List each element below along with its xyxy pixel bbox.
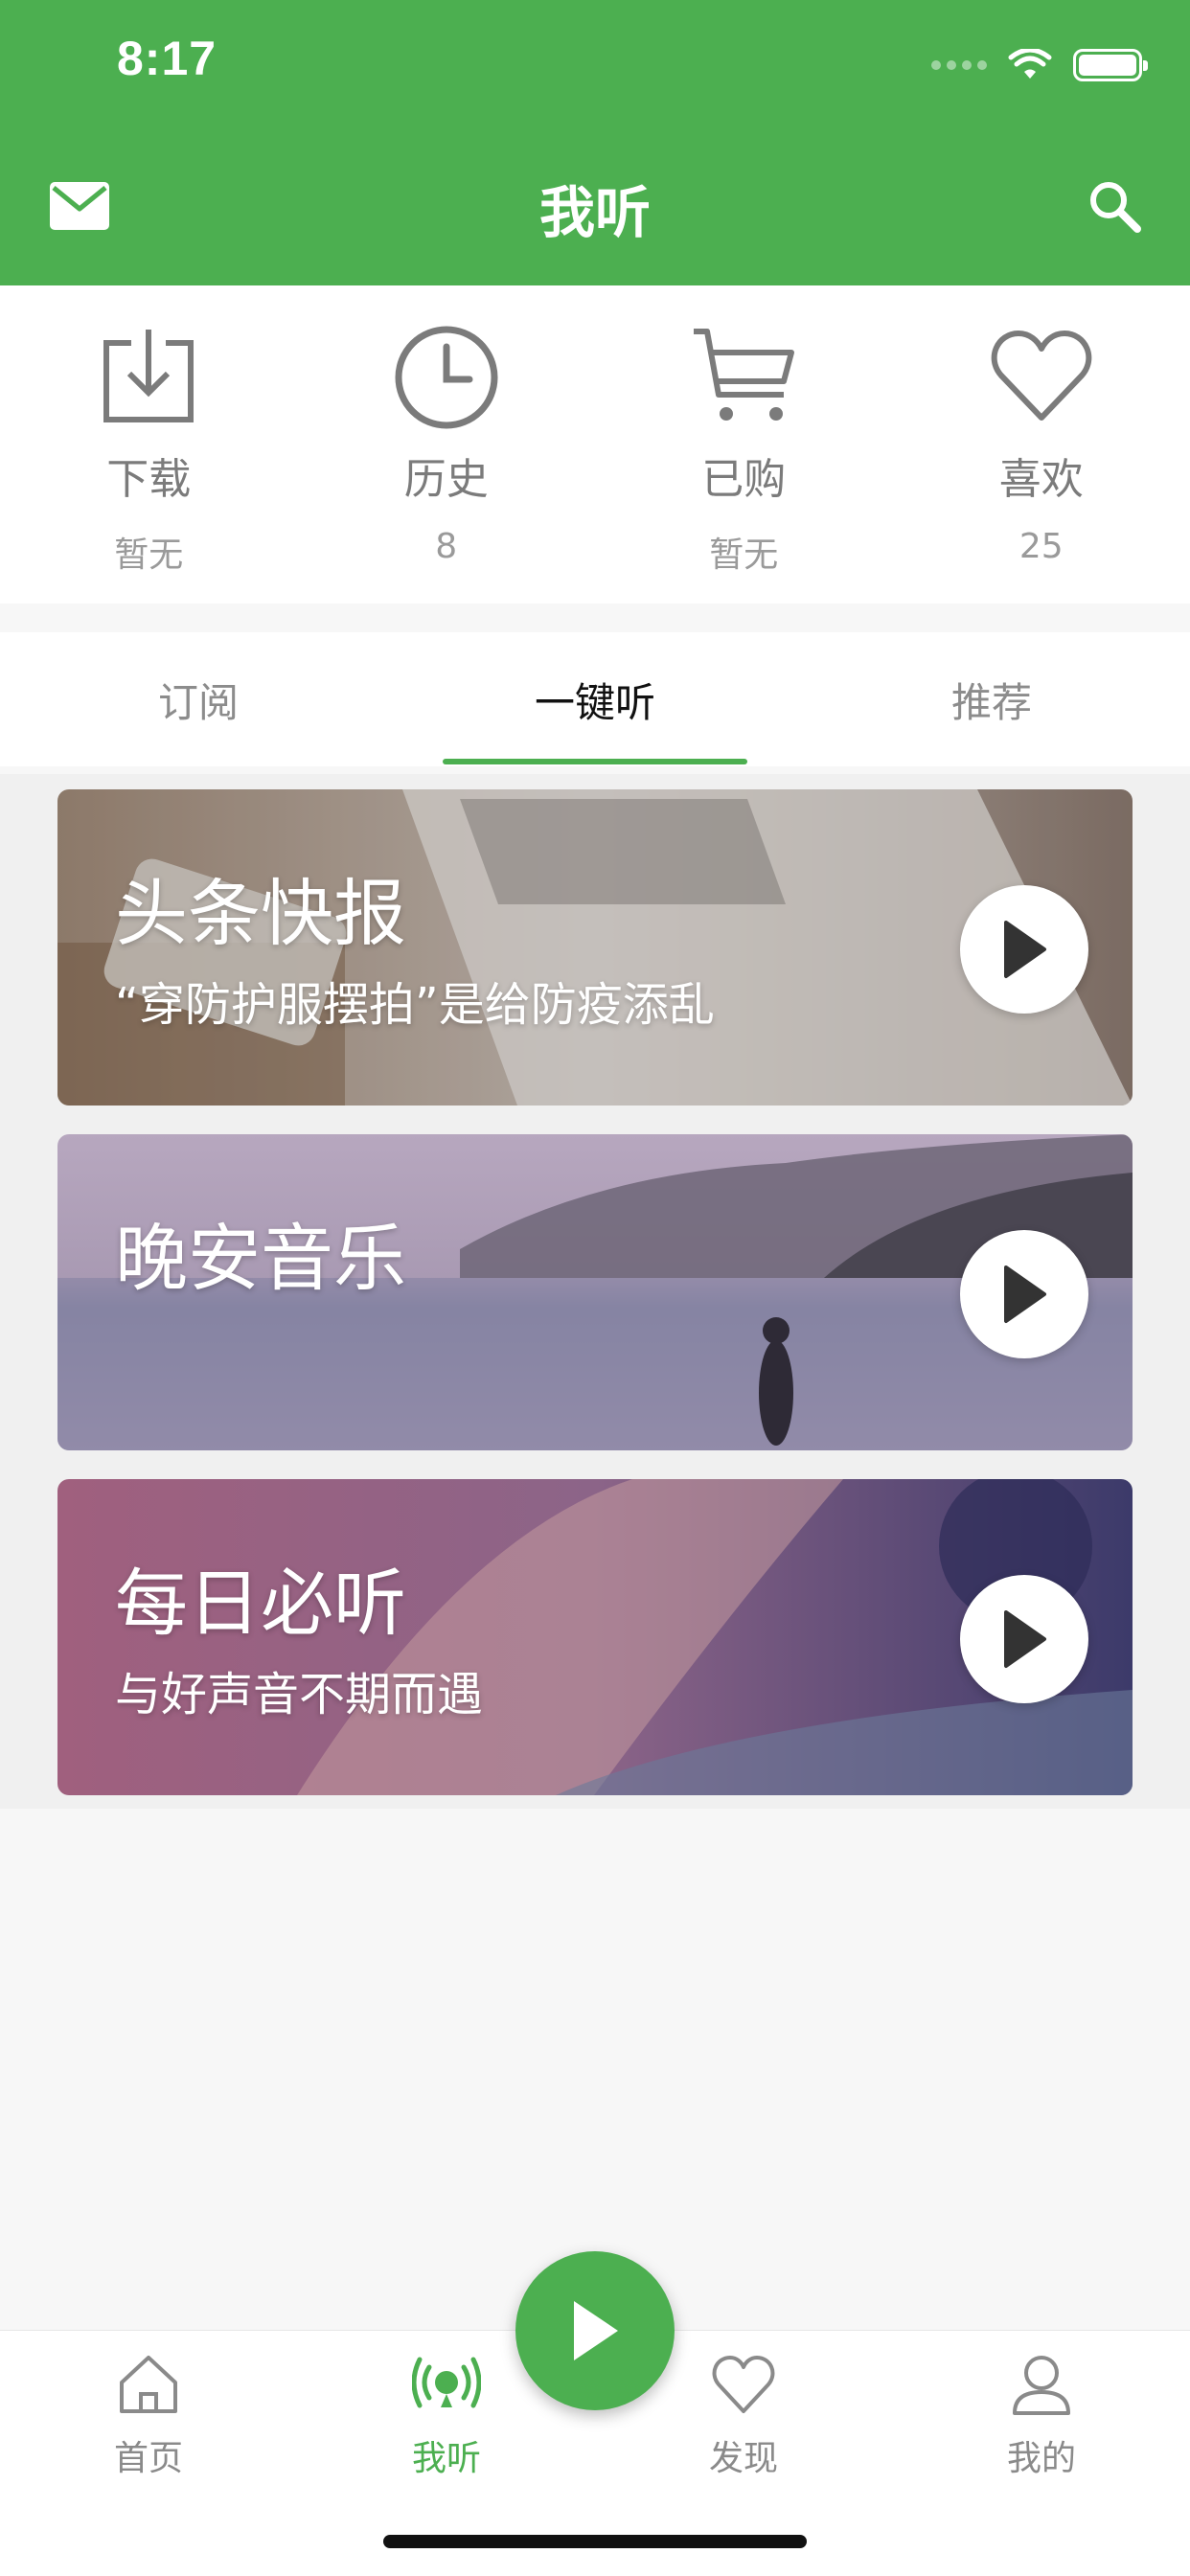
nav-discover[interactable]: 发现: [648, 2350, 839, 2480]
shortcut-label: 历史: [404, 445, 489, 506]
shortcut-purchased[interactable]: 已购 暂无: [595, 285, 893, 604]
card-title: 晚安音乐: [115, 1199, 406, 1305]
status-indicators: [931, 42, 1142, 88]
play-icon: [1000, 1608, 1048, 1670]
search-icon: [1087, 178, 1142, 234]
shortcut-history[interactable]: 历史 8: [298, 285, 596, 604]
download-icon: [95, 324, 202, 431]
card-title: 每日必听: [115, 1544, 406, 1650]
play-icon: [1000, 1264, 1048, 1325]
cart-icon: [690, 324, 797, 431]
heart-icon: [988, 324, 1095, 431]
shortcut-download[interactable]: 下载 暂无: [0, 285, 298, 604]
shortcut-value: 暂无: [114, 527, 183, 577]
card-list: 头条快报 “穿防护服摆拍”是给防疫添乱 晚安音乐: [0, 774, 1190, 1809]
shortcut-value: 暂无: [709, 527, 778, 577]
shortcut-label: 喜欢: [999, 445, 1084, 506]
battery-icon: [1073, 49, 1142, 81]
nav-listen[interactable]: 我听: [351, 2350, 542, 2480]
active-tab-indicator: [443, 759, 747, 764]
wifi-icon: [1008, 49, 1052, 81]
play-button[interactable]: [960, 1230, 1088, 1358]
card-subtitle: “穿防护服摆拍”是给防疫添乱: [115, 967, 715, 1034]
search-button[interactable]: [1087, 178, 1142, 234]
tab-bar: 订阅 一键听 推荐: [0, 632, 1190, 766]
nav-label: 首页: [114, 2430, 183, 2480]
play-button[interactable]: [960, 885, 1088, 1014]
status-time: 8:17: [117, 31, 217, 86]
shortcut-value: 25: [1019, 527, 1064, 566]
shortcut-row: 下载 暂无 历史 8 已购 暂无 喜欢 25: [0, 285, 1190, 604]
heart-icon: [709, 2350, 778, 2419]
home-indicator: [383, 2535, 807, 2548]
tab-recommend[interactable]: 推荐: [793, 632, 1190, 766]
nav-profile[interactable]: 我的: [946, 2350, 1137, 2480]
card-title: 头条快报: [115, 855, 406, 960]
tab-one-click-listen[interactable]: 一键听: [397, 632, 793, 766]
center-play-button[interactable]: [515, 2251, 675, 2410]
tab-label: 推荐: [951, 671, 1032, 729]
user-icon: [1007, 2350, 1076, 2419]
shortcut-value: 8: [435, 527, 457, 566]
card-headline-news[interactable]: 头条快报 “穿防护服摆拍”是给防疫添乱: [57, 789, 1133, 1106]
broadcast-icon: [412, 2350, 481, 2419]
tab-label: 一键听: [535, 671, 655, 729]
shortcut-label: 下载: [106, 445, 191, 506]
home-icon: [114, 2350, 183, 2419]
tab-subscribe[interactable]: 订阅: [0, 632, 397, 766]
play-icon: [566, 2297, 624, 2364]
card-goodnight-music[interactable]: 晚安音乐: [57, 1134, 1133, 1450]
nav-label: 发现: [709, 2430, 778, 2480]
page-title: 我听: [0, 168, 1190, 248]
play-icon: [1000, 919, 1048, 980]
card-subtitle: 与好声音不期而遇: [115, 1656, 483, 1723]
shortcut-favorites[interactable]: 喜欢 25: [893, 285, 1190, 604]
card-daily-must-listen[interactable]: 每日必听 与好声音不期而遇: [57, 1479, 1133, 1795]
nav-label: 我听: [412, 2430, 481, 2480]
header: 8:17 我听: [0, 0, 1190, 285]
tab-label: 订阅: [158, 671, 239, 729]
nav-home[interactable]: 首页: [53, 2350, 244, 2480]
signal-icon: [931, 60, 987, 70]
clock-icon: [393, 324, 500, 431]
nav-label: 我的: [1007, 2430, 1076, 2480]
shortcut-label: 已购: [701, 445, 786, 506]
play-button[interactable]: [960, 1575, 1088, 1703]
